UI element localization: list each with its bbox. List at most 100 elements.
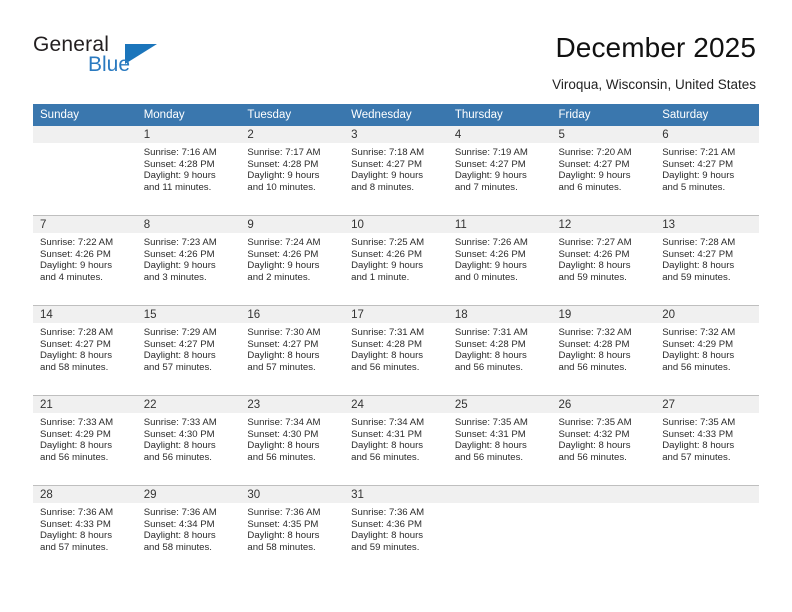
sunrise-text: Sunrise: 7:23 AM (143, 237, 217, 248)
daylight-text-line2: and 8 minutes. (351, 181, 415, 193)
daylight-text-line1: Daylight: 8 hours (351, 440, 424, 452)
daylight-text-line1: Daylight: 8 hours (40, 440, 112, 452)
day-number: 30 (240, 486, 345, 503)
sunset-text: Sunset: 4:30 PM (247, 428, 319, 440)
sunset-text: Sunset: 4:30 PM (143, 428, 215, 440)
daylight-text-line1: Daylight: 8 hours (351, 350, 424, 362)
day-number: 17 (344, 306, 448, 323)
day-cell[interactable]: 20 Sunrise: 7:32 AM Sunset: 4:29 PM Dayl… (655, 305, 759, 396)
day-number (551, 486, 656, 503)
sunrise-text: Sunrise: 7:34 AM (351, 417, 425, 428)
daylight-text-line1: Daylight: 9 hours (143, 170, 216, 182)
daylight-text-line2: and 2 minutes. (247, 271, 311, 283)
daylight-text-line2: and 56 minutes. (351, 361, 420, 373)
day-cell[interactable] (33, 126, 137, 216)
daylight-text-line1: Daylight: 8 hours (143, 530, 216, 542)
day-cell[interactable]: 19 Sunrise: 7:32 AM Sunset: 4:28 PM Dayl… (551, 305, 656, 396)
day-cell[interactable]: 9 Sunrise: 7:24 AM Sunset: 4:26 PM Dayli… (240, 215, 345, 306)
day-cell[interactable]: 15 Sunrise: 7:29 AM Sunset: 4:27 PM Dayl… (136, 305, 241, 396)
sunset-text: Sunset: 4:32 PM (558, 428, 630, 440)
day-cell[interactable]: 27 Sunrise: 7:35 AM Sunset: 4:33 PM Dayl… (655, 395, 759, 486)
sunrise-text: Sunrise: 7:34 AM (247, 417, 321, 428)
day-cell[interactable]: 24 Sunrise: 7:34 AM Sunset: 4:31 PM Dayl… (344, 395, 448, 486)
daylight-text-line1: Daylight: 8 hours (454, 350, 527, 362)
day-cell[interactable]: 22 Sunrise: 7:33 AM Sunset: 4:30 PM Dayl… (136, 395, 241, 486)
week-row: 21 Sunrise: 7:33 AM Sunset: 4:29 PM Dayl… (33, 395, 759, 486)
day-number: 26 (551, 396, 656, 413)
day-number: 23 (240, 396, 345, 413)
sunrise-text: Sunrise: 7:35 AM (454, 417, 528, 428)
day-cell[interactable]: 1 Sunrise: 7:16 AM Sunset: 4:28 PM Dayli… (136, 126, 241, 216)
sunrise-text: Sunrise: 7:36 AM (40, 507, 114, 518)
day-cell[interactable]: 7 Sunrise: 7:22 AM Sunset: 4:26 PM Dayli… (33, 215, 137, 306)
daylight-text-line2: and 56 minutes. (351, 451, 420, 463)
sunrise-text: Sunrise: 7:36 AM (351, 507, 425, 518)
day-cell[interactable]: 30 Sunrise: 7:36 AM Sunset: 4:35 PM Dayl… (240, 485, 345, 575)
day-cell[interactable]: 25 Sunrise: 7:35 AM Sunset: 4:31 PM Dayl… (447, 395, 552, 486)
day-cell[interactable]: 14 Sunrise: 7:28 AM Sunset: 4:27 PM Dayl… (33, 305, 137, 396)
sunrise-text: Sunrise: 7:35 AM (558, 417, 632, 428)
sunset-text: Sunset: 4:26 PM (143, 248, 215, 260)
sunrise-text: Sunrise: 7:32 AM (558, 327, 632, 338)
daylight-text-line2: and 58 minutes. (247, 541, 316, 553)
day-cell[interactable]: 10 Sunrise: 7:25 AM Sunset: 4:26 PM Dayl… (344, 215, 448, 306)
day-number: 28 (33, 486, 137, 503)
day-cell[interactable] (551, 485, 656, 575)
daylight-text-line1: Daylight: 8 hours (454, 440, 527, 452)
day-number: 22 (136, 396, 241, 413)
daylight-text-line1: Daylight: 8 hours (558, 350, 631, 362)
daylight-text-line1: Daylight: 9 hours (247, 170, 320, 182)
calendar-header-row: Sunday Monday Tuesday Wednesday Thursday… (33, 104, 759, 126)
daylight-text-line1: Daylight: 8 hours (662, 260, 735, 272)
daylight-text-line2: and 56 minutes. (558, 361, 627, 373)
daylight-text-line2: and 10 minutes. (247, 181, 316, 193)
day-cell[interactable]: 17 Sunrise: 7:31 AM Sunset: 4:28 PM Dayl… (344, 305, 448, 396)
daylight-text-line1: Daylight: 8 hours (247, 530, 320, 542)
calendar-body: 1 Sunrise: 7:16 AM Sunset: 4:28 PM Dayli… (33, 126, 759, 575)
day-cell[interactable]: 8 Sunrise: 7:23 AM Sunset: 4:26 PM Dayli… (136, 215, 241, 306)
location-subtitle: Viroqua, Wisconsin, United States (552, 77, 756, 92)
sunset-text: Sunset: 4:31 PM (351, 428, 423, 440)
sunrise-text: Sunrise: 7:36 AM (247, 507, 321, 518)
day-cell[interactable] (447, 485, 552, 575)
sunrise-text: Sunrise: 7:17 AM (247, 147, 321, 158)
sunset-text: Sunset: 4:29 PM (662, 338, 734, 350)
daylight-text-line2: and 3 minutes. (143, 271, 207, 283)
general-blue-logo[interactable]: General Blue (33, 33, 193, 81)
day-cell[interactable]: 23 Sunrise: 7:34 AM Sunset: 4:30 PM Dayl… (240, 395, 345, 486)
sunset-text: Sunset: 4:28 PM (143, 158, 215, 170)
weekday-header-wednesday: Wednesday (344, 104, 448, 126)
day-number: 27 (655, 396, 759, 413)
day-cell[interactable]: 6 Sunrise: 7:21 AM Sunset: 4:27 PM Dayli… (655, 126, 759, 216)
day-cell[interactable]: 4 Sunrise: 7:19 AM Sunset: 4:27 PM Dayli… (447, 126, 552, 216)
daylight-text-line1: Daylight: 8 hours (40, 530, 112, 542)
daylight-text-line1: Daylight: 8 hours (40, 350, 112, 362)
day-cell[interactable]: 13 Sunrise: 7:28 AM Sunset: 4:27 PM Dayl… (655, 215, 759, 306)
day-cell[interactable]: 5 Sunrise: 7:20 AM Sunset: 4:27 PM Dayli… (551, 126, 656, 216)
day-number (447, 486, 552, 503)
day-cell[interactable]: 21 Sunrise: 7:33 AM Sunset: 4:29 PM Dayl… (33, 395, 137, 486)
daylight-text-line2: and 11 minutes. (143, 181, 212, 193)
day-cell[interactable]: 3 Sunrise: 7:18 AM Sunset: 4:27 PM Dayli… (344, 126, 448, 216)
daylight-text-line2: and 5 minutes. (662, 181, 726, 193)
day-cell[interactable] (655, 485, 759, 575)
day-cell[interactable]: 11 Sunrise: 7:26 AM Sunset: 4:26 PM Dayl… (447, 215, 552, 306)
day-cell[interactable]: 12 Sunrise: 7:27 AM Sunset: 4:26 PM Dayl… (551, 215, 656, 306)
daylight-text-line2: and 56 minutes. (558, 451, 627, 463)
day-cell[interactable]: 29 Sunrise: 7:36 AM Sunset: 4:34 PM Dayl… (136, 485, 241, 575)
day-cell[interactable]: 18 Sunrise: 7:31 AM Sunset: 4:28 PM Dayl… (447, 305, 552, 396)
sunset-text: Sunset: 4:31 PM (454, 428, 526, 440)
sunset-text: Sunset: 4:27 PM (351, 158, 423, 170)
day-cell[interactable]: 31 Sunrise: 7:36 AM Sunset: 4:36 PM Dayl… (344, 485, 448, 575)
sunrise-text: Sunrise: 7:18 AM (351, 147, 425, 158)
daylight-text-line1: Daylight: 8 hours (143, 440, 216, 452)
sunset-text: Sunset: 4:27 PM (454, 158, 526, 170)
day-cell[interactable]: 2 Sunrise: 7:17 AM Sunset: 4:28 PM Dayli… (240, 126, 345, 216)
day-cell[interactable]: 26 Sunrise: 7:35 AM Sunset: 4:32 PM Dayl… (551, 395, 656, 486)
day-cell[interactable]: 16 Sunrise: 7:30 AM Sunset: 4:27 PM Dayl… (240, 305, 345, 396)
day-number: 21 (33, 396, 137, 413)
daylight-text-line2: and 59 minutes. (558, 271, 627, 283)
day-cell[interactable]: 28 Sunrise: 7:36 AM Sunset: 4:33 PM Dayl… (33, 485, 137, 575)
sunset-text: Sunset: 4:28 PM (247, 158, 319, 170)
sunrise-text: Sunrise: 7:25 AM (351, 237, 425, 248)
